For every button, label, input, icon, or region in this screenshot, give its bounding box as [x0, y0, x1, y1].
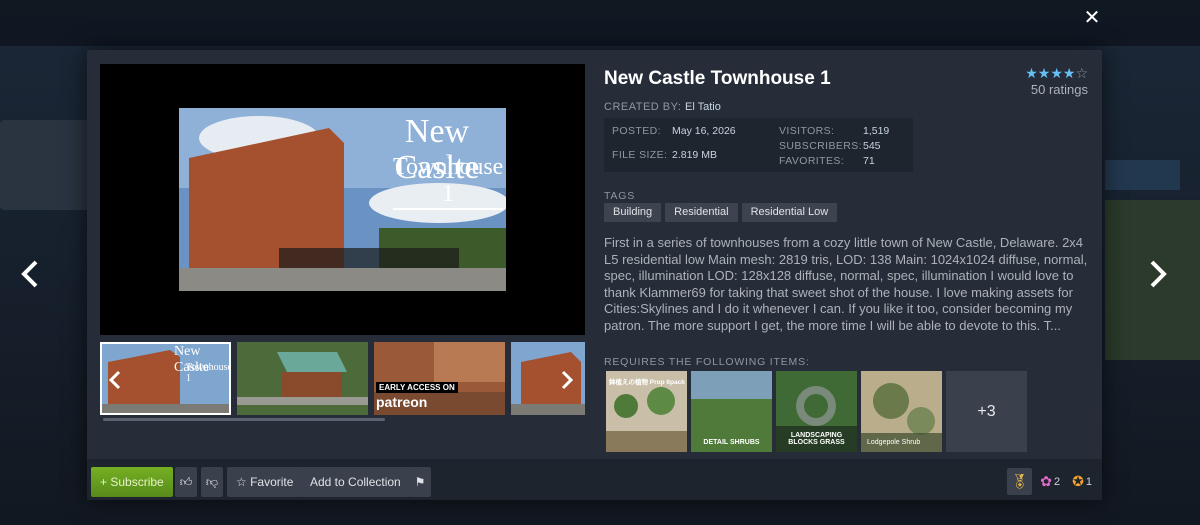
medal-award-icon: ✪: [1072, 473, 1084, 489]
thumbnail[interactable]: EARLY ACCESS ON patreon: [374, 342, 505, 415]
tag-residential[interactable]: Residential: [665, 203, 738, 222]
background-shape: [1105, 160, 1180, 190]
created-by-label: CREATED BY:: [604, 101, 682, 113]
thumbnail-strip: New Caslte Townhouse 1 EARLY ACCESS ON p…: [100, 342, 585, 416]
thumbnail-subtitle: Townhouse 1: [186, 362, 231, 384]
stat-favorites: FAVORITES: 71: [779, 155, 875, 167]
stat-value: 545: [863, 140, 881, 152]
star-icon: ★: [1037, 65, 1051, 81]
required-item[interactable]: LANDSCAPING BLOCKS GRASS: [776, 371, 857, 452]
stat-label: FILE SIZE:: [612, 149, 668, 161]
star-empty-icon: ☆: [1075, 65, 1088, 81]
more-required-items-button[interactable]: +3: [946, 371, 1027, 452]
requirements-label: REQUIRES THE FOLLOWING ITEMS:: [604, 356, 810, 368]
item-detail-modal: New Caslte Townhouse 1 New Caslte Townho…: [87, 50, 1102, 500]
stat-label: VISITORS:: [779, 125, 835, 137]
preview-subtitle-text: Townhouse 1: [393, 154, 503, 210]
patreon-badge: EARLY ACCESS ON: [376, 382, 458, 393]
thumbs-down-icon: 👎︎: [205, 475, 219, 489]
star-icon: ★: [1050, 65, 1063, 81]
stat-value: May 16, 2026: [672, 125, 736, 137]
awards: 🏅︎ ✿ 2 ✪ 1: [1006, 468, 1097, 495]
rating: ★★★★☆ 50 ratings: [1025, 65, 1088, 97]
thumbnail-prev-arrow-icon[interactable]: [108, 370, 122, 390]
required-item[interactable]: DETAIL SHRUBS: [691, 371, 772, 452]
background-shape: [0, 120, 95, 210]
previous-item-arrow-icon[interactable]: [18, 258, 42, 290]
required-item[interactable]: Lodgepole Shrub: [861, 371, 942, 452]
add-to-collection-button[interactable]: Add to Collection: [301, 467, 410, 497]
background-header: [0, 0, 1200, 46]
stat-file-size: FILE SIZE: 2.819 MB: [612, 149, 717, 161]
rating-count: 50 ratings: [1030, 82, 1088, 97]
stat-value: 71: [863, 155, 875, 167]
report-flag-button[interactable]: ⚑: [409, 467, 431, 497]
award-count: 2: [1054, 475, 1061, 488]
star-icon: ★: [1025, 65, 1038, 81]
award-count: 1: [1085, 475, 1092, 488]
award-flower[interactable]: ✿ 2: [1036, 468, 1064, 495]
star-icon: ★: [1062, 65, 1076, 81]
tag-building[interactable]: Building: [604, 203, 662, 222]
required-items-list: 鉢植えの植物 Prop 6pack DETAIL SHRUBS LANDSCAP…: [606, 371, 1027, 452]
required-item-caption: DETAIL SHRUBS: [703, 439, 760, 446]
preview-image: New Caslte Townhouse 1: [179, 108, 506, 291]
tags-list: Building Residential Residential Low: [604, 203, 838, 222]
award-medal[interactable]: ✪ 1: [1068, 468, 1096, 495]
thumbnail[interactable]: [237, 342, 368, 415]
award-icon: 🏅︎: [1010, 473, 1029, 489]
stat-value: 1,519: [863, 125, 890, 137]
stat-visitors: VISITORS: 1,519: [779, 125, 889, 137]
stat-subscribers: SUBSCRIBERS: 545: [779, 140, 881, 152]
author-link[interactable]: El Tatio: [685, 101, 721, 113]
required-item[interactable]: 鉢植えの植物 Prop 6pack: [606, 371, 687, 452]
thumbs-down-button[interactable]: 👎︎: [201, 467, 223, 497]
thumbs-up-button[interactable]: 👍︎: [175, 467, 197, 497]
patreon-logo: patreon: [376, 394, 428, 410]
stat-label: SUBSCRIBERS:: [779, 140, 862, 152]
tag-residential-low[interactable]: Residential Low: [741, 203, 838, 222]
stat-posted: POSTED: May 16, 2026: [612, 125, 736, 137]
item-description: First in a series of townhouses from a c…: [604, 235, 1088, 333]
item-title: New Castle Townhouse 1: [604, 68, 831, 89]
main-preview[interactable]: New Caslte Townhouse 1: [100, 64, 585, 335]
stat-label: FAVORITES:: [779, 155, 845, 167]
thumbs-up-icon: 👍︎: [179, 475, 193, 489]
tags-label: TAGS: [604, 190, 636, 202]
stat-value: 2.819 MB: [672, 149, 717, 161]
rating-stars: ★★★★☆: [1025, 65, 1088, 82]
required-item-caption: Lodgepole Shrub: [867, 439, 921, 446]
next-item-arrow-icon[interactable]: [1146, 258, 1170, 290]
award-button[interactable]: 🏅︎: [1006, 468, 1033, 495]
stats-box: POSTED: May 16, 2026 FILE SIZE: 2.819 MB…: [604, 118, 913, 172]
flower-award-icon: ✿: [1040, 473, 1053, 489]
subscribe-button[interactable]: + Subscribe: [91, 467, 173, 497]
flag-icon: ⚑: [414, 475, 426, 489]
favorite-button[interactable]: ☆ Favorite: [227, 467, 303, 497]
close-icon[interactable]: ✕: [1082, 8, 1102, 28]
stat-label: POSTED:: [612, 125, 661, 137]
required-item-caption: 鉢植えの植物 Prop 6pack: [609, 379, 685, 386]
thumbnail-next-arrow-icon[interactable]: [560, 370, 574, 390]
thumbnail-scrollbar[interactable]: [103, 418, 385, 421]
action-bar: + Subscribe 👍︎ 👎︎ ☆ Favorite Add to Coll…: [87, 459, 1102, 500]
required-item-caption: LANDSCAPING BLOCKS GRASS: [788, 432, 845, 446]
created-by: CREATED BY: El Tatio: [604, 101, 721, 113]
